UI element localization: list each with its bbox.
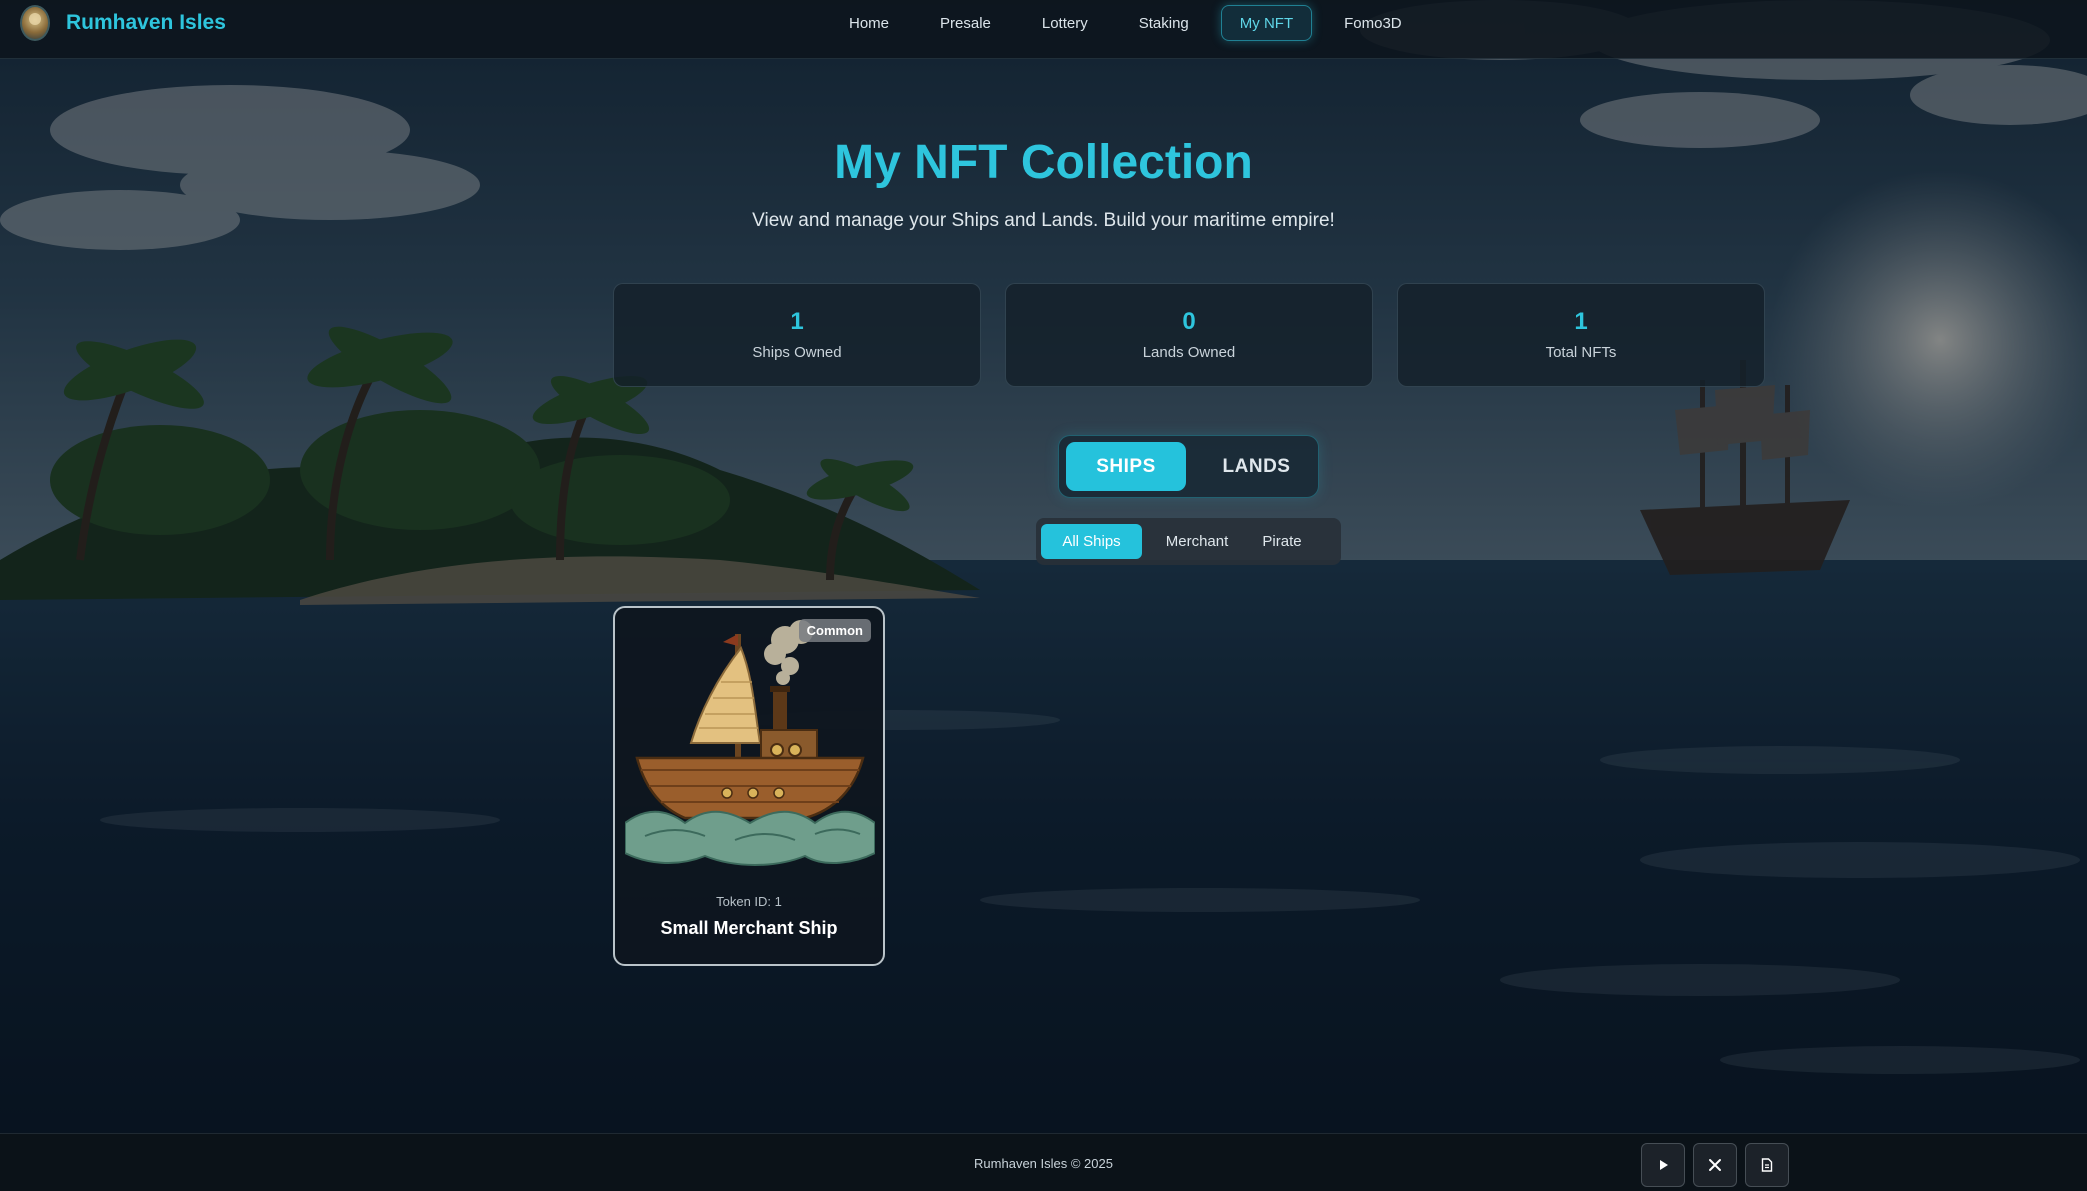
nav-link-staking[interactable]: Staking xyxy=(1120,5,1208,41)
brand[interactable]: Rumhaven Isles xyxy=(20,5,226,41)
stat-value: 1 xyxy=(790,308,804,335)
play-button[interactable] xyxy=(1641,1143,1685,1187)
x-social-button[interactable] xyxy=(1693,1143,1737,1187)
footer: Rumhaven Isles © 2025 xyxy=(0,1133,2087,1191)
stat-value: 0 xyxy=(1182,308,1196,335)
stat-card-lands-owned: 0 Lands Owned xyxy=(1005,283,1373,387)
stat-label: Ships Owned xyxy=(752,344,842,361)
document-icon xyxy=(1761,1158,1773,1172)
top-navbar: Rumhaven Isles Home Presale Lottery Stak… xyxy=(0,0,2087,59)
stat-value: 1 xyxy=(1574,308,1588,335)
ship-filter-bar: All Ships Merchant Pirate xyxy=(1036,518,1341,565)
filter-all-ships-button[interactable]: All Ships xyxy=(1041,524,1142,559)
nav-link-my-nft[interactable]: My NFT xyxy=(1220,5,1313,41)
nav-link-home[interactable]: Home xyxy=(830,5,908,41)
nav-links: Home Presale Lottery Staking My NFT Fomo… xyxy=(830,5,1434,41)
x-icon xyxy=(1709,1159,1721,1171)
stat-card-total-nfts: 1 Total NFTs xyxy=(1397,283,1765,387)
stat-label: Lands Owned xyxy=(1142,344,1236,361)
nft-card[interactable]: Common Token ID: 1 Small Merchant Ship xyxy=(613,606,885,966)
page-title: My NFT Collection xyxy=(834,136,1253,189)
nft-type-toggle: SHIPS LANDS xyxy=(1058,435,1319,498)
token-id: Token ID: 1 xyxy=(716,894,782,909)
nav-link-fomo3d[interactable]: Fomo3D xyxy=(1325,5,1421,41)
brand-name: Rumhaven Isles xyxy=(66,11,226,34)
document-button[interactable] xyxy=(1745,1143,1789,1187)
lands-tab-button[interactable]: LANDS xyxy=(1199,442,1314,491)
nav-link-lottery[interactable]: Lottery xyxy=(1023,5,1107,41)
ships-tab-button[interactable]: SHIPS xyxy=(1066,442,1186,491)
filter-merchant-button[interactable]: Merchant xyxy=(1152,524,1242,559)
merchant-ship-icon xyxy=(625,620,875,866)
rarity-badge: Common xyxy=(798,619,871,642)
nft-name: Small Merchant Ship xyxy=(660,918,838,938)
page-subtitle: View and manage your Ships and Lands. Bu… xyxy=(752,210,1335,231)
pirate-emblem-icon xyxy=(20,5,50,41)
nav-link-presale[interactable]: Presale xyxy=(921,5,1010,41)
play-icon xyxy=(1660,1160,1668,1170)
filter-pirate-button[interactable]: Pirate xyxy=(1250,524,1314,559)
stat-card-ships-owned: 1 Ships Owned xyxy=(613,283,981,387)
stat-label: Total NFTs xyxy=(1545,344,1617,361)
